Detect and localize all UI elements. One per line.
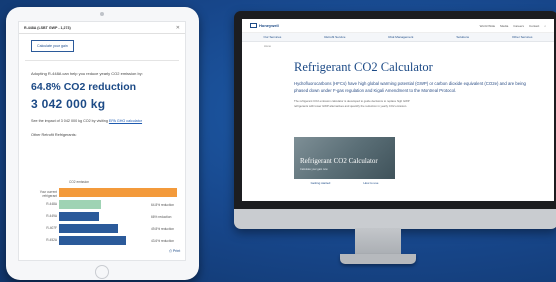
impact-text: See the impact of 3 042 000 kg CO2 by vi… [31,119,185,123]
chart-bar [59,188,177,197]
util-link[interactable]: Careers [513,24,524,28]
other-refrigerants-title: Other Retrofit Refrigerants: [31,133,77,137]
nav-item[interactable]: Other Services [512,35,532,39]
print-label: Print [172,249,181,253]
bar-value-label: 66% reduction [151,215,172,219]
utility-links: World Wide Media Careers Contact ⌕ [480,24,546,28]
util-link[interactable]: Media [500,24,508,28]
tablet-device: R-448A (LSBT GWP - 1,273) ✕ Calculate yo… [6,7,199,280]
hero-title: Refrigerant CO2 Calculator [300,157,378,165]
page-description: Hydrofluorocarbons (HFCs) have high glob… [294,81,526,93]
body-text: The refrigerant CO2 emission calculator … [294,99,410,108]
bar-value-label: 64.8% reduction [151,203,175,207]
nav-item[interactable]: Risk Management [388,35,413,39]
brand-logo-text: Honeywell [259,23,279,28]
chart-bar [59,200,101,209]
chart-bar [59,224,119,233]
bar-value-label: 49.8% reduction [151,227,175,231]
util-link[interactable]: World Wide [480,24,495,28]
divider [25,60,179,61]
card-link[interactable]: Getting started [311,181,331,185]
util-link[interactable]: Contact [529,24,539,28]
bar-category-label: Your current refrigerant [39,190,57,198]
bar-category-label: R-449A [46,214,57,218]
card-links: Getting started How to use [294,181,395,185]
monitor-screen: Honeywell World Wide Media Careers Conta… [242,19,554,201]
modal-title: R-448A (LSBT GWP - 1,273) [24,25,71,30]
card-link[interactable]: How to use [363,181,378,185]
close-icon[interactable]: ✕ [176,25,180,31]
hero-subtitle: Calculate your gain now [300,168,328,171]
intro-text: Adopting R-448A can help you reduce year… [31,71,143,76]
page-title: Refrigerant CO2 Calculator [294,60,433,74]
tablet-home-button [95,265,109,279]
brand-logo[interactable]: Honeywell [250,23,279,28]
impact-prefix: See the impact of 3 042 000 kg CO2 by vi… [31,119,108,123]
refrigerant-bar-chart: CO2 emission Your current refrigerant R-4… [29,180,179,250]
nav-item[interactable]: Our Services [263,35,281,39]
reduction-amount: 3 042 000 kg [31,97,106,111]
nav-item[interactable]: Solutions [456,35,469,39]
chart-bar [59,236,126,245]
chart-bar [59,212,100,221]
monitor-stand-neck [355,228,401,256]
epa-calculator-link[interactable]: EPA GHG calculator [109,119,142,123]
hero-image-card[interactable]: Refrigerant CO2 Calculator Calculate you… [294,137,395,179]
tablet-screen: R-448A (LSBT GWP - 1,273) ✕ Calculate yo… [18,21,186,261]
chart-axis-label: CO2 emission [69,180,90,184]
brand-logo-icon [250,23,257,28]
site-topbar: Honeywell World Wide Media Careers Conta… [242,19,554,33]
calculate-gain-button[interactable]: Calculate your gain [31,40,74,52]
tablet-camera [100,12,104,16]
bar-category-label: R-407F [46,226,57,230]
nav-item[interactable]: Retrofit Service [324,35,345,39]
search-icon[interactable]: ⌕ [544,24,546,28]
reduction-percent: 64.8% CO2 reduction [31,81,137,93]
breadcrumb[interactable]: Home [264,45,554,48]
bar-category-label: R-452A [46,238,57,242]
bar-category-label: R-448A [46,202,57,206]
modal-header: R-448A (LSBT GWP - 1,273) ✕ [19,22,185,34]
print-icon: ⎙ [169,249,172,253]
monitor-device: Honeywell World Wide Media Careers Conta… [234,11,556,229]
main-nav: Our Services Retrofit Service Risk Manag… [242,33,554,42]
bar-value-label: 43.6% reduction [151,239,175,243]
print-button[interactable]: ⎙ Print [169,249,180,253]
monitor-chin [234,209,556,229]
monitor-stand-foot [340,254,416,264]
